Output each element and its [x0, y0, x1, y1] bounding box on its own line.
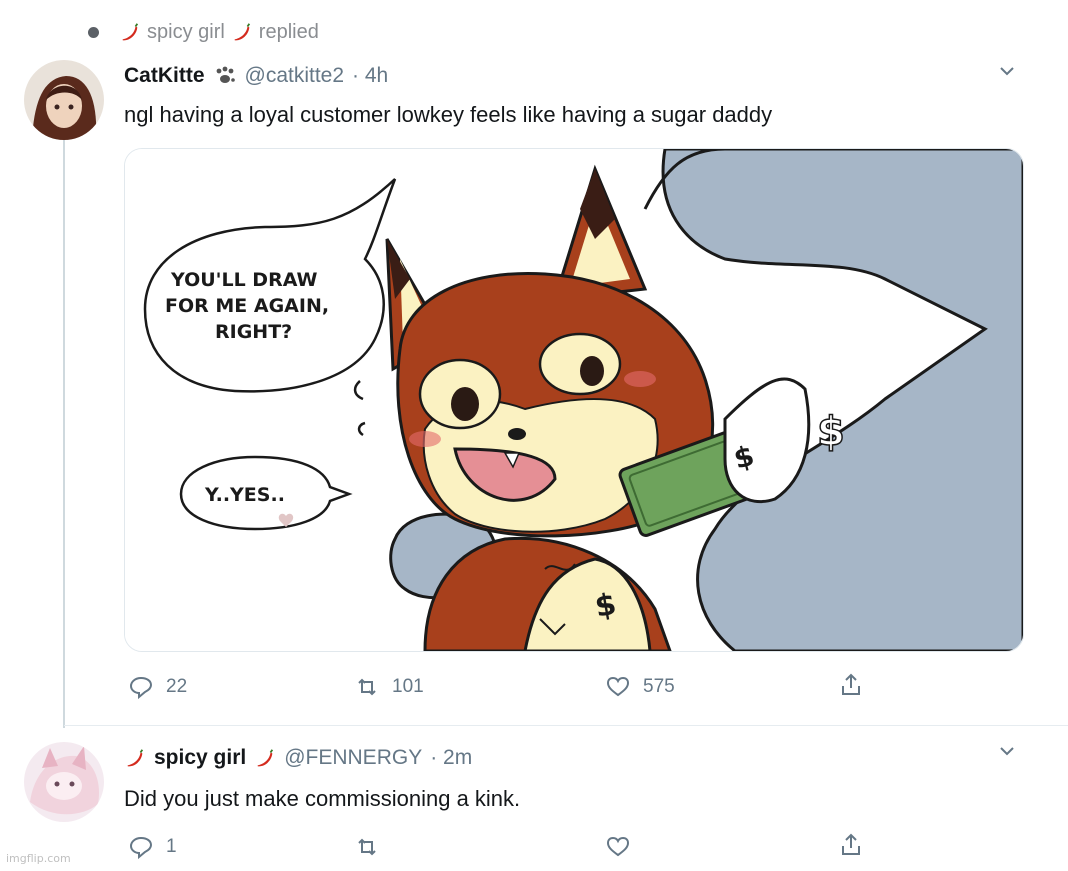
- chili-icon: [257, 749, 274, 767]
- avatar[interactable]: [24, 742, 104, 822]
- thread-dot-icon: [88, 26, 99, 38]
- share-icon: [842, 673, 860, 695]
- like-icon: [606, 676, 630, 697]
- tweet-divider: [64, 725, 1068, 726]
- retweet-count: 101: [392, 676, 424, 697]
- share-icon: [842, 833, 860, 855]
- like-button[interactable]: [605, 834, 631, 860]
- reply-icon: [129, 676, 153, 700]
- timestamp[interactable]: · 4h: [352, 64, 388, 88]
- bubble-line: YOU'LL DRAW: [170, 269, 318, 291]
- paw-icon: [216, 66, 235, 83]
- reply-context: spicy girl replied: [88, 18, 319, 46]
- chili-icon: [127, 749, 144, 767]
- bubble-line: RIGHT?: [215, 321, 292, 343]
- bubble-line: Y..YES..: [204, 484, 285, 506]
- chevron-down-icon[interactable]: [996, 60, 1018, 82]
- tweet-header: spicy girl @FENNERGY · 2m: [124, 742, 472, 774]
- reply-button[interactable]: 1: [128, 834, 177, 860]
- bubble-line: FOR ME AGAIN,: [165, 295, 329, 317]
- user-handle[interactable]: @FENNERGY: [284, 746, 422, 770]
- dollar-sign: $: [817, 409, 845, 455]
- reply-icon: [129, 836, 153, 860]
- tweet-media[interactable]: $ $ $ YOU'LL DRAW FOR ME AGAIN, RIGHT? Y…: [124, 148, 1024, 652]
- chili-icon: [122, 23, 139, 41]
- tweet-text: Did you just make commissioning a kink.: [124, 786, 521, 811]
- context-name[interactable]: spicy girl: [147, 21, 225, 44]
- chili-icon: [234, 23, 250, 41]
- timestamp[interactable]: · 2m: [430, 746, 472, 770]
- user-handle[interactable]: @catkitte2: [245, 64, 345, 88]
- retweet-button[interactable]: 101: [354, 674, 424, 700]
- retweet-icon: [358, 678, 376, 696]
- share-button[interactable]: [838, 672, 864, 698]
- share-button[interactable]: [838, 832, 864, 858]
- like-count: 575: [643, 676, 675, 697]
- retweet-button[interactable]: [354, 834, 380, 860]
- display-name[interactable]: CatKitte: [124, 64, 205, 88]
- watermark: imgflip.com: [6, 852, 71, 865]
- avatar[interactable]: [24, 60, 104, 140]
- chevron-down-icon[interactable]: [996, 740, 1018, 762]
- tweet-header: CatKitte @catkitte2 · 4h: [124, 60, 388, 92]
- thread-line: [63, 100, 65, 728]
- reply-count: 22: [166, 676, 188, 697]
- display-name[interactable]: spicy girl: [154, 746, 246, 770]
- like-button[interactable]: 575: [605, 674, 675, 700]
- fox-eye: [580, 356, 604, 386]
- retweet-icon: [358, 838, 376, 856]
- reply-count: 1: [166, 836, 177, 857]
- reply-button[interactable]: 22: [128, 674, 187, 700]
- tweet-text: ngl having a loyal customer lowkey feels…: [124, 102, 773, 127]
- like-icon: [606, 836, 630, 857]
- fox-eye: [451, 387, 479, 421]
- context-action: replied: [258, 20, 319, 43]
